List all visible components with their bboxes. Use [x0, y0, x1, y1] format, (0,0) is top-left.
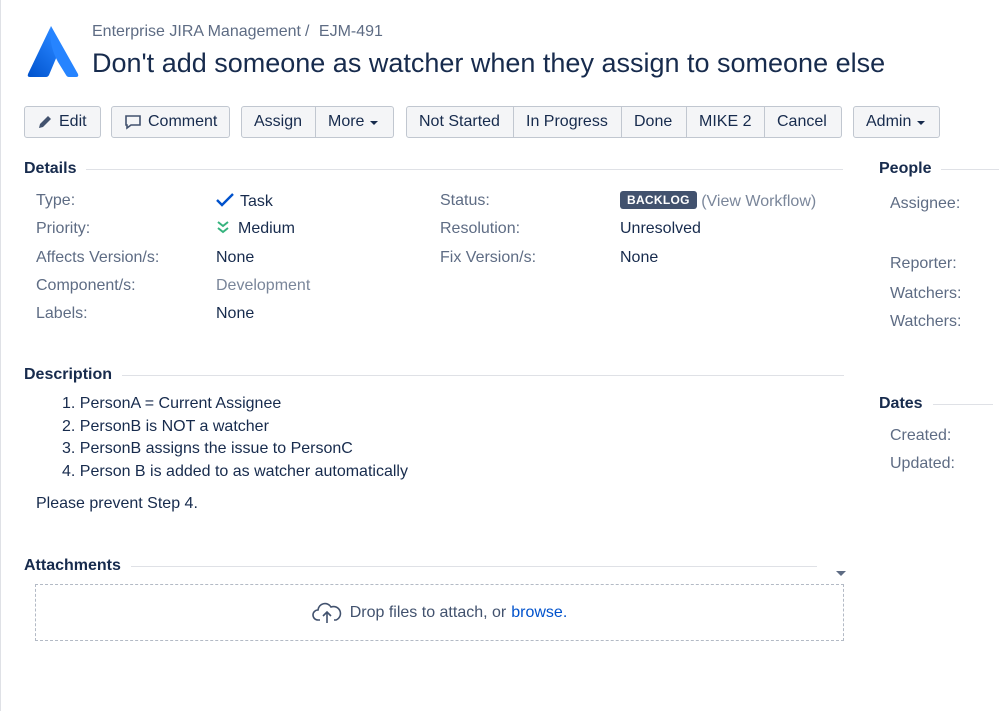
priority-value-text: Medium — [238, 220, 295, 237]
view-workflow-wrapper: (View Workflow) — [701, 193, 817, 210]
watchers-label: Watchers: — [890, 285, 962, 302]
caret-down-icon — [917, 121, 926, 125]
status-label: Status: — [440, 192, 490, 209]
created-label: Created: — [890, 427, 952, 444]
edit-label: Edit — [59, 113, 87, 130]
labels-label: Labels: — [36, 305, 88, 322]
attachments-options-toggle[interactable] — [830, 563, 846, 581]
breadcrumb: Enterprise JIRA Management / EJM-491 — [92, 23, 383, 41]
done-button[interactable]: Done — [622, 106, 687, 138]
left-border — [0, 0, 1, 711]
dropzone-text: Drop files to attach, or — [349, 603, 507, 621]
dates-divider — [932, 403, 993, 405]
priority-medium-icon — [216, 220, 230, 239]
assignee-label: Assignee: — [890, 195, 961, 212]
not-started-button[interactable]: Not Started — [406, 106, 514, 138]
fix-version-value: None — [620, 249, 659, 266]
resolution-value: Unresolved — [620, 220, 701, 237]
dates-heading: Dates — [879, 395, 993, 413]
details-heading: Details — [24, 160, 844, 178]
watchers-label: Watchers: — [890, 313, 962, 330]
affects-version-value: None — [216, 249, 255, 266]
list-item: 1. PersonA = Current Assignee — [62, 395, 282, 412]
cloud-upload-icon — [311, 601, 342, 625]
dates-heading-label: Dates — [879, 395, 923, 412]
description-heading: Description — [24, 366, 845, 384]
workflow-group: Not Started In Progress Done MIKE 2 Canc… — [406, 106, 842, 138]
list-item: 4. Person B is added to as watcher autom… — [62, 462, 408, 480]
description-note: Please prevent Step 4. — [36, 495, 198, 512]
details-divider — [86, 168, 844, 170]
comment-label: Comment — [148, 113, 218, 130]
edit-button[interactable]: Edit — [24, 106, 101, 138]
component-value[interactable]: Development — [216, 277, 310, 295]
assign-more-group: Assign More — [241, 106, 394, 138]
attachment-dropzone[interactable]: Drop files to attach, or browse. — [35, 584, 844, 641]
breadcrumb-project-link[interactable]: Enterprise JIRA Management — [92, 23, 301, 40]
people-divider — [941, 168, 999, 170]
admin-group: Admin — [853, 106, 940, 138]
cancel-button[interactable]: Cancel — [765, 106, 842, 138]
done-label: Done — [634, 113, 673, 130]
caret-down-icon — [370, 121, 379, 125]
attachments-heading-label: Attachments — [24, 557, 121, 574]
comment-icon — [124, 114, 142, 130]
component-label: Component/s: — [36, 277, 136, 294]
issue-toolbar: Edit Comment Assign More Not Started In … — [24, 106, 940, 138]
view-workflow-link[interactable]: View Workflow — [707, 193, 811, 210]
attachments-divider — [130, 565, 817, 567]
caret-down-icon — [836, 571, 846, 576]
description-steps[interactable]: 1. PersonA = Current Assignee 2. PersonB… — [62, 393, 408, 483]
edit-group: Edit — [24, 106, 101, 138]
description-divider — [122, 374, 845, 376]
labels-value: None — [216, 305, 255, 322]
attachments-heading: Attachments — [24, 557, 817, 575]
issue-summary[interactable]: Don't add someone as watcher when they a… — [92, 48, 885, 79]
in-progress-label: In Progress — [526, 113, 608, 130]
status-badge: BACKLOG — [620, 191, 697, 209]
cancel-label: Cancel — [777, 113, 827, 130]
checkmark-icon — [216, 192, 234, 213]
browse-link[interactable]: browse. — [511, 604, 567, 622]
details-heading-label: Details — [24, 160, 77, 177]
comment-group: Comment — [111, 106, 230, 138]
reporter-label: Reporter: — [890, 255, 957, 272]
mike2-label: MIKE 2 — [699, 113, 752, 130]
more-label: More — [328, 113, 365, 130]
people-heading: People — [879, 160, 999, 178]
mike2-button[interactable]: MIKE 2 — [687, 106, 765, 138]
pencil-icon — [37, 114, 53, 130]
type-value: Task — [216, 192, 273, 213]
type-label: Type: — [36, 192, 76, 209]
people-heading-label: People — [879, 160, 932, 177]
assign-button[interactable]: Assign — [241, 106, 316, 138]
assign-label: Assign — [254, 113, 303, 130]
priority-label: Priority: — [36, 220, 91, 237]
admin-button[interactable]: Admin — [853, 106, 940, 138]
admin-label: Admin — [866, 113, 912, 130]
type-value-text: Task — [240, 193, 273, 210]
status-value: BACKLOG (View Workflow) — [620, 191, 816, 211]
more-button[interactable]: More — [316, 106, 394, 138]
comment-button[interactable]: Comment — [111, 106, 230, 138]
resolution-label: Resolution: — [440, 220, 521, 237]
jira-logo-icon[interactable] — [24, 24, 80, 80]
updated-label: Updated: — [890, 455, 955, 472]
list-item: 3. PersonB assigns the issue to PersonC — [62, 440, 353, 457]
not-started-label: Not Started — [419, 113, 500, 130]
breadcrumb-separator: / — [305, 23, 310, 40]
breadcrumb-issue-key-link[interactable]: EJM-491 — [319, 23, 383, 40]
affects-version-label: Affects Version/s: — [36, 249, 160, 266]
in-progress-button[interactable]: In Progress — [514, 106, 622, 138]
priority-value: Medium — [216, 220, 295, 239]
fix-version-label: Fix Version/s: — [440, 249, 537, 266]
list-item: 2. PersonB is NOT a watcher — [62, 417, 269, 435]
description-heading-label: Description — [24, 366, 113, 383]
